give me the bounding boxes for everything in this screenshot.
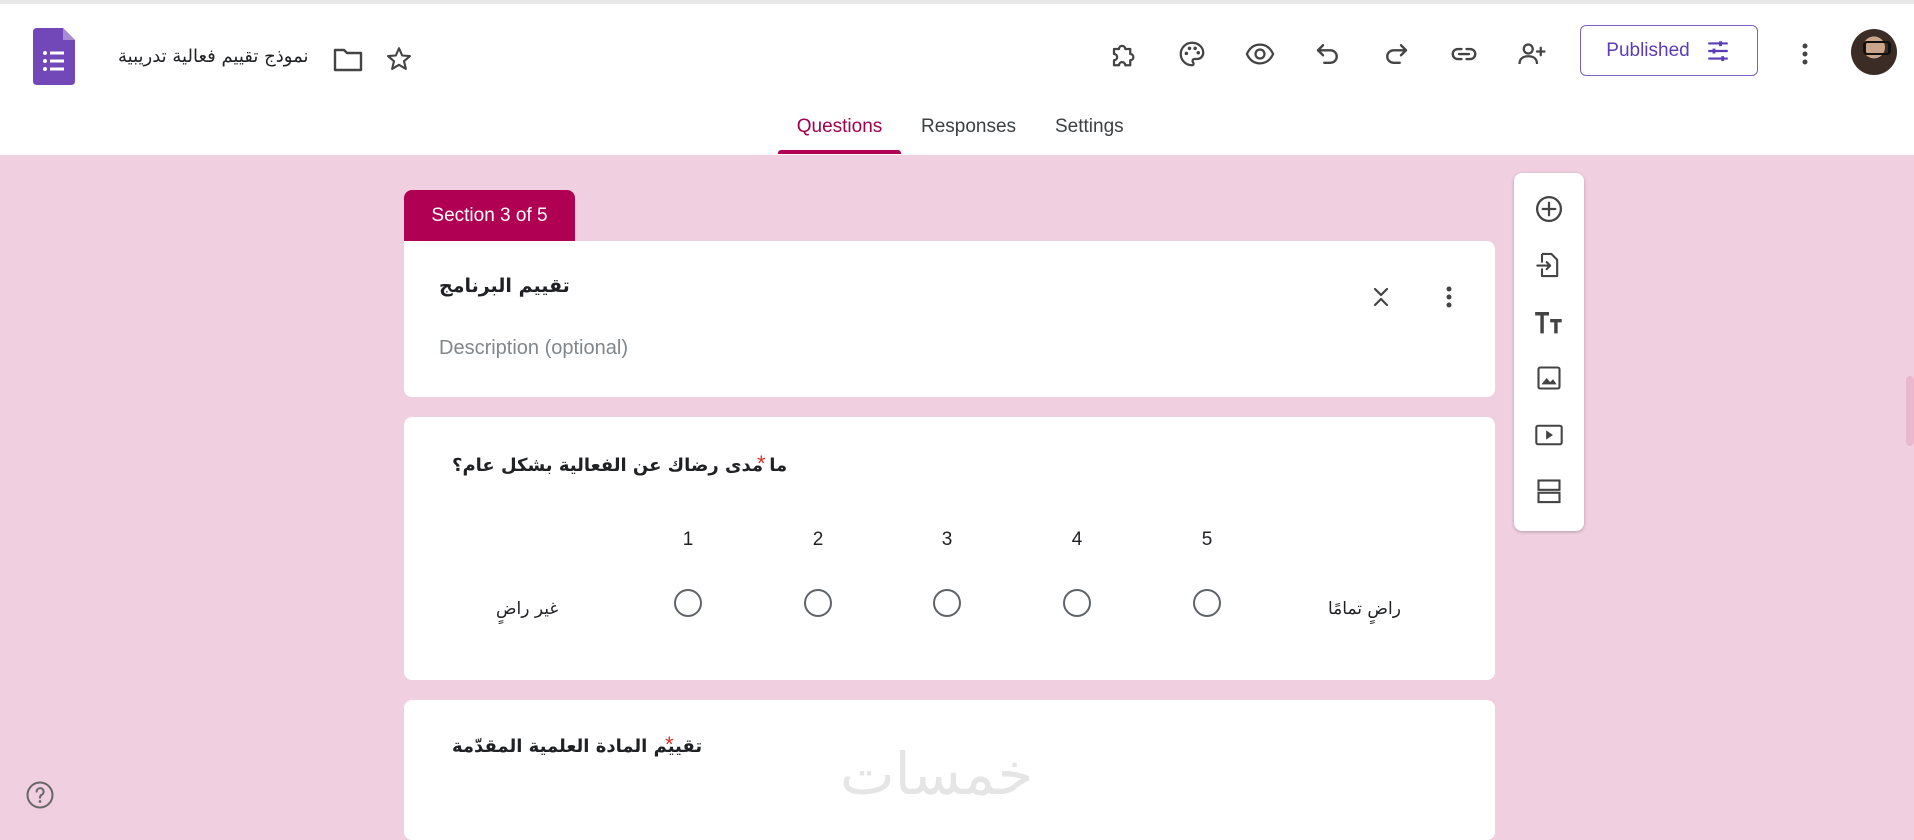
tab-settings[interactable]: Settings (1055, 116, 1124, 155)
add-video-icon[interactable] (1529, 415, 1569, 455)
link-icon[interactable] (1444, 34, 1484, 74)
watermark: خمسات (840, 740, 1034, 808)
preview-icon[interactable] (1240, 34, 1280, 74)
scale-radio-4[interactable] (1063, 589, 1091, 617)
required-asterisk: * (665, 732, 674, 757)
scale-number: 3 (941, 529, 953, 550)
add-section-icon[interactable] (1529, 471, 1569, 511)
undo-icon[interactable] (1308, 34, 1348, 74)
tab-bar: Questions Responses Settings (0, 112, 1914, 155)
scrollbar-thumb[interactable] (1906, 376, 1914, 446)
add-title-icon[interactable] (1529, 303, 1569, 343)
scale-number: 4 (1071, 529, 1083, 550)
published-button[interactable]: Published (1580, 25, 1758, 76)
scale-number: 1 (682, 529, 694, 550)
scale-number: 5 (1201, 529, 1213, 550)
star-icon[interactable] (382, 42, 416, 76)
scale-radio-1[interactable] (674, 589, 702, 617)
section-description-field[interactable]: Description (optional) (439, 337, 628, 360)
add-image-icon[interactable] (1529, 358, 1569, 398)
collapse-section-icon[interactable] (1361, 277, 1401, 317)
question-title: ما مدى رضاك عن الفعالية بشكل عام؟ (452, 455, 788, 476)
scale-number: 2 (812, 529, 824, 550)
avatar[interactable] (1851, 29, 1897, 75)
section-more-icon[interactable] (1429, 277, 1469, 317)
floating-toolbar (1514, 173, 1584, 531)
palette-icon[interactable] (1172, 34, 1212, 74)
folder-icon[interactable] (331, 42, 365, 76)
scale-radio-5[interactable] (1193, 589, 1221, 617)
question-card[interactable]: ما مدى رضاك عن الفعالية بشكل عام؟ * غير … (404, 417, 1495, 680)
redo-icon[interactable] (1376, 34, 1416, 74)
tab-responses[interactable]: Responses (921, 116, 1016, 155)
add-collaborator-icon[interactable] (1512, 34, 1552, 74)
more-vert-icon[interactable] (1788, 34, 1822, 74)
scale-radio-3[interactable] (933, 589, 961, 617)
help-icon[interactable] (24, 779, 56, 811)
addon-icon[interactable] (1104, 34, 1144, 74)
add-question-icon[interactable] (1529, 189, 1569, 229)
required-asterisk: * (757, 451, 766, 476)
scale-radio-2[interactable] (804, 589, 832, 617)
import-questions-icon[interactable] (1529, 245, 1569, 285)
section-title[interactable]: تقييم البرنامج (439, 275, 570, 297)
document-title[interactable]: نموذج تقييم فعالية تدريبية (118, 46, 309, 67)
forms-logo-icon[interactable] (33, 28, 75, 85)
section-header-card[interactable]: تقييم البرنامج Description (optional) (404, 241, 1495, 397)
section-badge: Section 3 of 5 (404, 190, 575, 242)
scale-min-label: غير راضٍ (496, 599, 559, 619)
tune-icon (1704, 38, 1732, 64)
published-label: Published (1606, 39, 1690, 61)
active-tab-indicator (778, 150, 901, 154)
scale-max-label: راضٍ تمامًا (1328, 599, 1401, 619)
